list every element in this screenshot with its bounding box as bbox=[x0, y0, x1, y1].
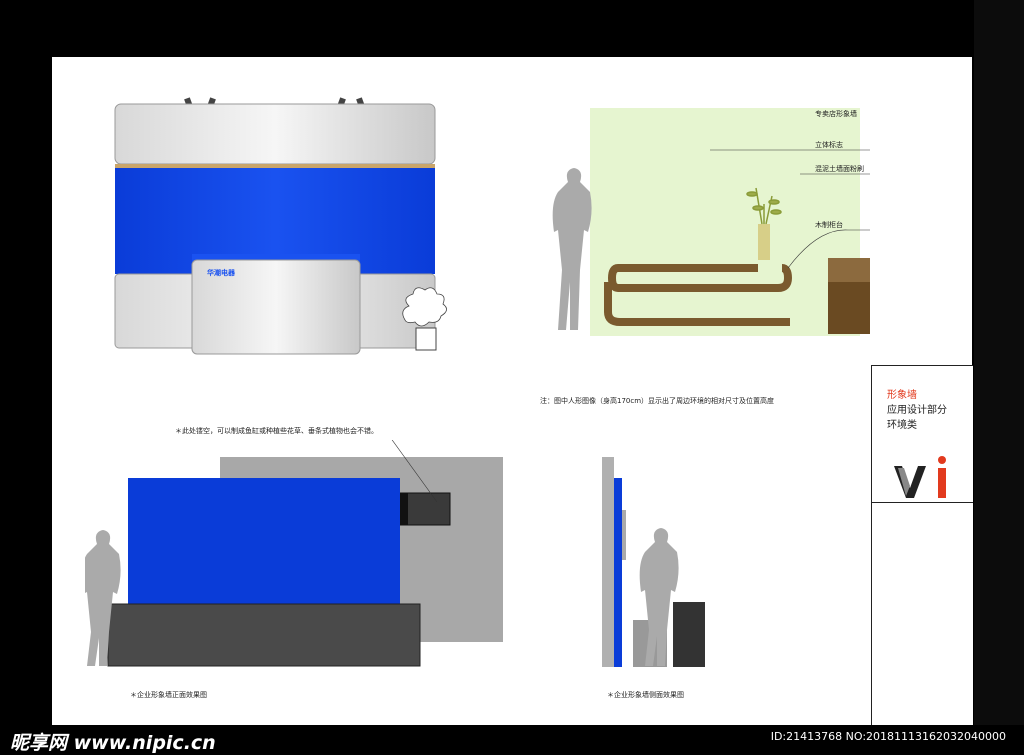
brand-watermark: 昵享网 www.nipic.cn bbox=[10, 732, 216, 754]
label-3d-logo: 立体标志 bbox=[815, 141, 843, 149]
side-effect-view bbox=[602, 457, 705, 667]
front-caption: ＊企业形象墙正面效果图 bbox=[130, 691, 207, 699]
image-id: ID:21413768 NO:20181113162032040000 bbox=[770, 730, 1006, 743]
title-dept: 应用设计部分 bbox=[887, 405, 947, 416]
wall-side-blue bbox=[614, 478, 622, 667]
counter-side-top bbox=[828, 258, 870, 282]
scale-note: 注：图中人形图像（身高170cm）显示出了周边环境的相对尺寸及位置高度 bbox=[540, 397, 775, 405]
wall-top-band bbox=[114, 103, 436, 165]
vi-logo-icon bbox=[894, 456, 946, 498]
counter-logo: 华潮电器 bbox=[207, 268, 236, 277]
person-silhouette bbox=[552, 168, 592, 330]
title-category: 形象墙 bbox=[887, 390, 917, 401]
label-shop-wall: 专卖店形象墙 bbox=[815, 110, 857, 118]
label-wood-counter: 木制柜台 bbox=[815, 221, 843, 229]
wall-trim bbox=[115, 164, 435, 168]
side-caption: ＊企业形象墙侧面效果图 bbox=[607, 691, 684, 699]
front-elevation-top: 华潮电器 bbox=[114, 97, 447, 355]
counter-dark-box bbox=[673, 602, 705, 667]
wall-side-gray bbox=[602, 457, 614, 667]
blue-wall-panel bbox=[128, 478, 400, 604]
counter-side-bottom bbox=[828, 282, 870, 334]
base-plinth bbox=[107, 603, 421, 667]
front-effect-view bbox=[85, 440, 503, 667]
title-block: 形象墙 应用设计部分 环境类 bbox=[871, 365, 973, 726]
side-strip bbox=[974, 0, 1024, 725]
cutout-annotation: ＊此处镂空，可以制成鱼缸或种植些花草、垂条式植物也会不错。 bbox=[175, 427, 378, 435]
vase bbox=[758, 224, 770, 260]
label-concrete: 混泥土墙面粉刷 bbox=[815, 165, 864, 173]
title-sub: 环境类 bbox=[887, 420, 917, 431]
